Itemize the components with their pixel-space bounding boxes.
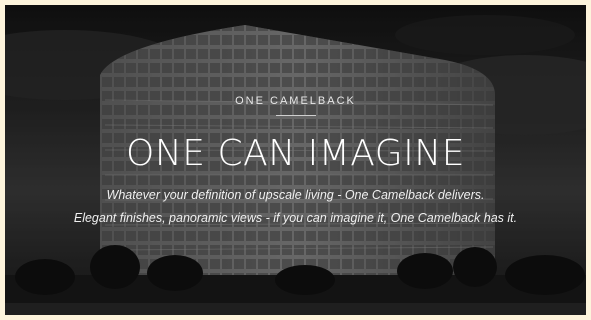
hero-content: ONE CAMELBACK ONE CAN IMAGINE Whatever y… (5, 5, 586, 315)
eyebrow-divider (276, 115, 316, 116)
hero-tagline-line1: Whatever your definition of upscale livi… (106, 188, 485, 202)
hero-tagline-line2: Elegant finishes, panoramic views - if y… (73, 211, 518, 225)
hero-banner: ONE CAMELBACK ONE CAN IMAGINE Whatever y… (5, 5, 586, 315)
hero-eyebrow: ONE CAMELBACK (235, 95, 356, 107)
hero-headline: ONE CAN IMAGINE (126, 133, 465, 174)
